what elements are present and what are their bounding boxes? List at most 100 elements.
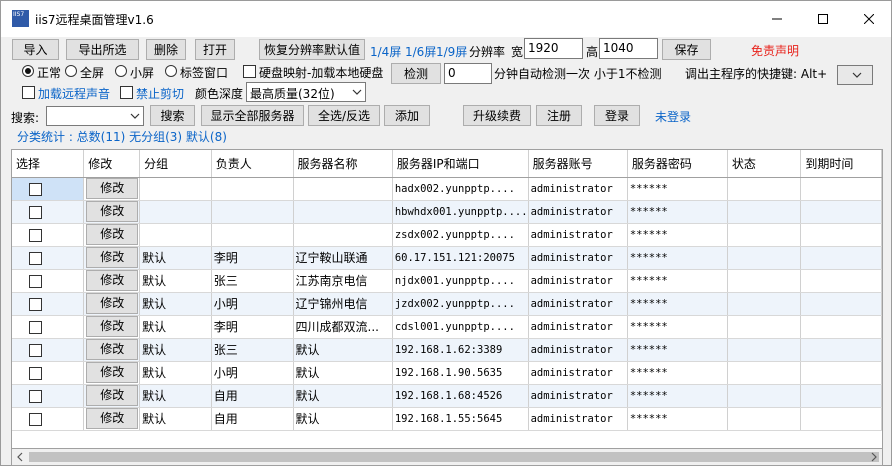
cell-status[interactable] — [727, 407, 802, 431]
cell-ip-port[interactable]: njdx001.yunpptp.... — [392, 269, 529, 293]
cell-control[interactable] — [12, 269, 85, 293]
row-select-checkbox[interactable] — [29, 228, 42, 242]
disk-mapping-checkbox[interactable] — [243, 65, 256, 78]
cell-control[interactable]: 修改 — [83, 223, 141, 247]
cell-ip-port[interactable]: jzdx002.yunpptp.... — [392, 292, 529, 316]
cell-control[interactable]: 修改 — [83, 292, 141, 316]
cell-control[interactable] — [12, 292, 85, 316]
cell-password[interactable]: ****** — [627, 246, 728, 270]
table-row[interactable]: 修改 默认 张三 默认 192.168.1.62:3389 administrator **… — [12, 338, 882, 362]
cell-server-name[interactable]: 默认 — [293, 407, 393, 431]
title-bar[interactable]: IIS7 iis7远程桌面管理v1.6 — [1, 1, 891, 37]
row-select-checkbox[interactable] — [29, 389, 42, 403]
cell-owner[interactable] — [211, 177, 294, 201]
cell-control[interactable]: 修改 — [83, 200, 141, 224]
cell-control[interactable]: 修改 — [83, 384, 141, 408]
upgrade-button[interactable]: 升级续费 — [463, 105, 531, 126]
save-button[interactable]: 保存 — [662, 39, 711, 60]
cell-ip-port[interactable]: hbwhdx001.yunpptp.... — [392, 200, 529, 224]
column-header-edit[interactable]: 修改 — [83, 150, 141, 178]
cell-account[interactable]: administrator — [528, 177, 628, 201]
table-row[interactable]: 修改 zsdx002.yunpptp.... administrator ****** — [12, 223, 882, 247]
cell-control[interactable] — [12, 200, 85, 224]
cell-group[interactable]: 默认 — [139, 338, 212, 362]
cell-account[interactable]: administrator — [528, 200, 628, 224]
cell-password[interactable]: ****** — [627, 223, 728, 247]
row-select-checkbox[interactable] — [29, 274, 42, 288]
cell-ip-port[interactable]: 192.168.1.55:5645 — [392, 407, 529, 431]
row-edit-button[interactable]: 修改 — [86, 339, 139, 360]
cell-account[interactable]: administrator — [528, 223, 628, 247]
cell-owner[interactable]: 小明 — [211, 361, 294, 385]
cell-status[interactable] — [727, 315, 802, 339]
row-select-checkbox[interactable] — [29, 366, 42, 380]
cell-account[interactable]: administrator — [528, 292, 628, 316]
cell-status[interactable] — [727, 384, 802, 408]
remote-sound-checkbox[interactable] — [22, 86, 35, 99]
cell-control[interactable] — [12, 407, 85, 431]
row-edit-button[interactable]: 修改 — [86, 201, 139, 222]
cell-control[interactable]: 修改 — [83, 177, 141, 201]
scrollbar-thumb[interactable] — [29, 452, 879, 462]
add-button[interactable]: 添加 — [384, 105, 430, 126]
login-button[interactable]: 登录 — [594, 105, 640, 126]
row-select-checkbox[interactable] — [29, 251, 42, 265]
search-button[interactable]: 搜索 — [150, 105, 195, 126]
cell-server-name[interactable]: 辽宁鞍山联通 — [293, 246, 393, 270]
cell-control[interactable] — [12, 384, 85, 408]
cell-control[interactable] — [12, 315, 85, 339]
table-row[interactable]: 修改 默认 李明 四川成都双流... cdsl001.yunpptp.... admini… — [12, 315, 882, 339]
cell-expiry[interactable] — [800, 384, 882, 408]
screen-sixth-link[interactable]: 1/6屏 — [405, 43, 436, 60]
cell-server-name[interactable]: 四川成都双流... — [293, 315, 393, 339]
row-select-checkbox[interactable] — [29, 412, 42, 426]
row-edit-button[interactable]: 修改 — [86, 385, 139, 406]
cell-account[interactable]: administrator — [528, 315, 628, 339]
column-header-status[interactable]: 状态 — [727, 150, 802, 178]
minimize-button[interactable] — [754, 1, 800, 37]
cell-server-name[interactable] — [293, 200, 393, 224]
screen-quarter-link[interactable]: 1/4屏 — [370, 43, 401, 60]
cell-expiry[interactable] — [800, 407, 882, 431]
cell-status[interactable] — [727, 338, 802, 362]
row-edit-button[interactable]: 修改 — [86, 178, 139, 199]
cell-ip-port[interactable]: 192.168.1.90.5635 — [392, 361, 529, 385]
cell-password[interactable]: ****** — [627, 292, 728, 316]
cell-control[interactable] — [12, 223, 85, 247]
cell-server-name[interactable]: 辽宁锦州电信 — [293, 292, 393, 316]
cell-control[interactable]: 修改 — [83, 269, 141, 293]
table-row[interactable]: 修改 hadx002.yunpptp.... administrator ****** — [12, 177, 882, 201]
cell-password[interactable]: ****** — [627, 269, 728, 293]
cell-group[interactable]: 默认 — [139, 361, 212, 385]
cell-group[interactable] — [139, 200, 212, 224]
cell-expiry[interactable] — [800, 177, 882, 201]
horizontal-scrollbar[interactable] — [11, 449, 883, 466]
cell-group[interactable]: 默认 — [139, 384, 212, 408]
table-row[interactable]: 修改 默认 自用 默认 192.168.1.55:5645 administrator **… — [12, 407, 882, 431]
row-edit-button[interactable]: 修改 — [86, 270, 139, 291]
cell-expiry[interactable] — [800, 246, 882, 270]
cell-group[interactable] — [139, 177, 212, 201]
column-header-select[interactable]: 选择 — [12, 150, 85, 178]
column-header-expiry[interactable]: 到期时间 — [800, 150, 882, 178]
cell-control[interactable]: 修改 — [83, 361, 141, 385]
cell-ip-port[interactable]: cdsl001.yunpptp.... — [392, 315, 529, 339]
table-row[interactable]: 修改 默认 李明 辽宁鞍山联通 60.17.151.121:20075 administr… — [12, 246, 882, 270]
mode-tab-window-radio[interactable] — [165, 65, 177, 77]
row-edit-button[interactable]: 修改 — [86, 408, 139, 429]
detect-button[interactable]: 检测 — [391, 63, 441, 84]
cell-account[interactable]: administrator — [528, 269, 628, 293]
cell-owner[interactable] — [211, 223, 294, 247]
cell-account[interactable]: administrator — [528, 361, 628, 385]
row-edit-button[interactable]: 修改 — [86, 293, 139, 314]
cell-password[interactable]: ****** — [627, 177, 728, 201]
cell-owner[interactable]: 张三 — [211, 269, 294, 293]
row-edit-button[interactable]: 修改 — [86, 316, 139, 337]
cell-control[interactable] — [12, 361, 85, 385]
cell-owner[interactable] — [211, 200, 294, 224]
cell-status[interactable] — [727, 269, 802, 293]
cell-group[interactable]: 默认 — [139, 315, 212, 339]
cell-status[interactable] — [727, 223, 802, 247]
cell-password[interactable]: ****** — [627, 315, 728, 339]
row-select-checkbox[interactable] — [29, 320, 42, 334]
